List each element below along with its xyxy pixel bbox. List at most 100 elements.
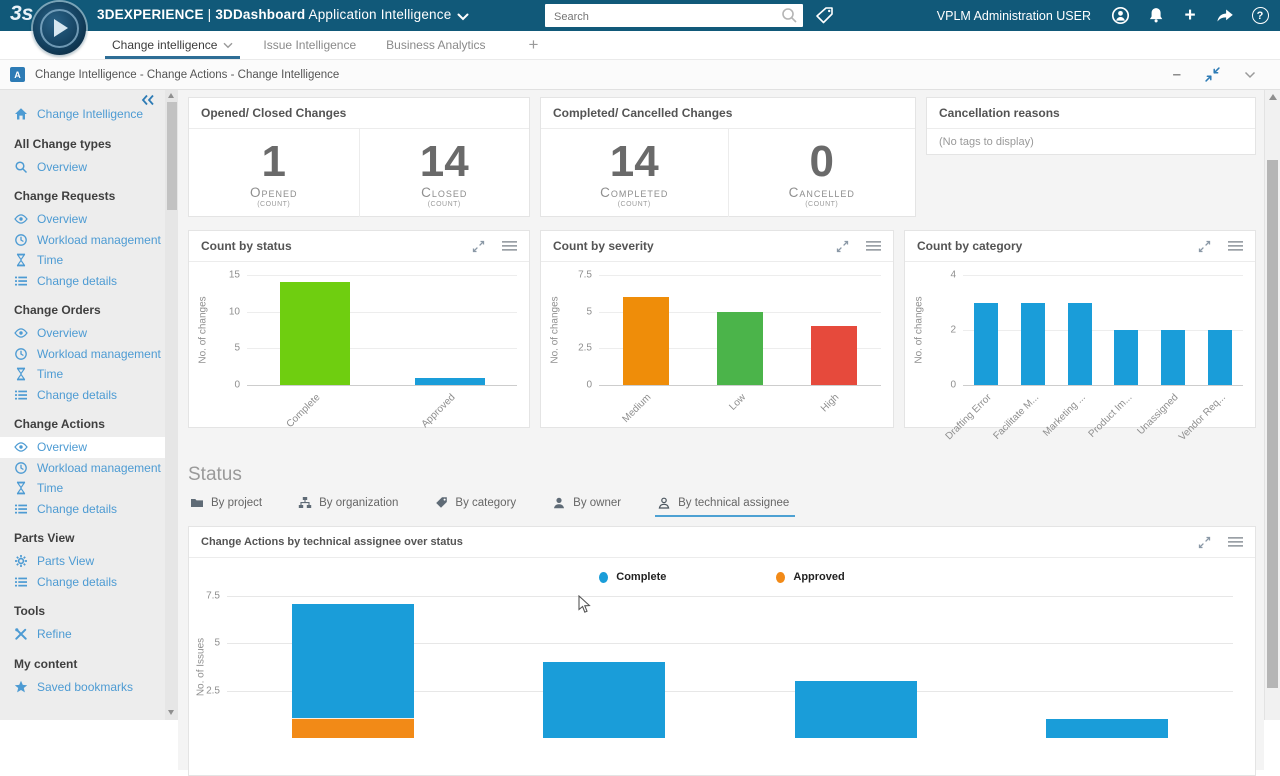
eye-icon — [14, 326, 28, 340]
sidebar-item-label: Overview — [37, 160, 87, 174]
scroll-down-arrow[interactable] — [168, 710, 174, 715]
folder-icon — [190, 496, 204, 510]
status-tab-label: By organization — [319, 497, 398, 509]
expand-icon[interactable] — [1198, 240, 1211, 253]
sidebar-item-parts-view-parts-view[interactable]: Parts View — [0, 551, 165, 572]
status-tab-by-category[interactable]: By category — [434, 496, 516, 517]
status-tab-by-project[interactable]: By project — [190, 496, 262, 517]
play-icon — [54, 19, 68, 37]
bar-marketing — [1068, 303, 1092, 386]
user-name[interactable]: VPLM Administration USER — [937, 9, 1091, 23]
legend-item-complete[interactable]: Complete — [599, 571, 666, 583]
sidebar-item-change-orders-overview[interactable]: Overview — [0, 323, 165, 344]
y-axis-label: No. of changes — [914, 296, 925, 363]
stacked-bar-plot: 2.557.5No. of Issues — [227, 596, 1233, 738]
add-tab-button[interactable]: + — [515, 31, 553, 59]
status-tab-by-owner[interactable]: By owner — [552, 496, 621, 517]
assignee-chart-card: Change Actions by technical assignee ove… — [188, 526, 1256, 776]
share-icon[interactable] — [1215, 6, 1235, 26]
sidebar-item-all-change-types-overview[interactable]: Overview — [0, 157, 165, 178]
compass-logo[interactable] — [33, 2, 86, 55]
search-icon — [14, 160, 28, 174]
sidebar-item-tools-refine[interactable]: Refine — [0, 624, 165, 645]
kpi-card-opened-closed-changes: Opened/ Closed Changes1Opened(count)14Cl… — [188, 97, 530, 217]
sidebar-heading-change-actions: Change Actions — [0, 415, 178, 434]
y-axis-tick: 5 — [214, 638, 220, 649]
y-axis-label: No. of Issues — [196, 638, 207, 696]
menu-icon[interactable] — [502, 240, 517, 252]
legend-label: Complete — [616, 571, 666, 583]
sidebar-item-label: Change details — [37, 274, 117, 288]
search-icon[interactable] — [781, 7, 798, 24]
sidebar-item-change-requests-workload-management[interactable]: Workload management — [0, 230, 165, 251]
legend-item-approved[interactable]: Approved — [776, 571, 844, 583]
sidebar-heading-change-requests: Change Requests — [0, 187, 178, 206]
sidebar-item-change-requests-overview[interactable]: Overview — [0, 209, 165, 230]
sidebar-item-change-requests-change-details[interactable]: Change details — [0, 271, 165, 292]
sidebar-item-label: Refine — [37, 627, 72, 641]
page-scrollbar-thumb[interactable] — [1267, 160, 1278, 688]
sidebar-item-parts-view-change-details[interactable]: Change details — [0, 572, 165, 593]
menu-icon[interactable] — [866, 240, 881, 252]
tag-icon[interactable] — [814, 5, 835, 26]
tab-label: Business Analytics — [386, 38, 485, 52]
sidebar-item-change-orders-change-details[interactable]: Change details — [0, 385, 165, 406]
profile-icon[interactable] — [1110, 6, 1130, 26]
chart-title: Count by category — [917, 239, 1022, 253]
expand-icon[interactable] — [472, 240, 485, 253]
sidebar-item-change-actions-workload-management[interactable]: Workload management — [0, 458, 165, 479]
sidebar-item-change-orders-time[interactable]: Time — [0, 364, 165, 385]
status-tab-by-organization[interactable]: By organization — [298, 496, 398, 517]
chevron-down-icon[interactable] — [223, 42, 233, 49]
help-icon[interactable]: ? — [1250, 6, 1270, 26]
eye-icon — [14, 440, 28, 454]
chart-card-count-by-status: Count by status No. of changes051015Comp… — [188, 230, 530, 428]
notifications-bell-icon[interactable] — [1145, 6, 1165, 26]
sidebar-item-change-requests-time[interactable]: Time — [0, 250, 165, 271]
expand-icon[interactable] — [1198, 536, 1211, 549]
scroll-up-arrow[interactable] — [1269, 94, 1277, 100]
tab-change-intelligence[interactable]: Change intelligence — [97, 31, 248, 59]
sidebar-heading-all-change-types: All Change types — [0, 135, 178, 154]
tab-business-analytics[interactable]: Business Analytics — [371, 31, 500, 59]
list-icon — [14, 274, 28, 288]
status-tab-label: By project — [211, 497, 262, 509]
tab-label: Issue Intelligence — [263, 38, 356, 52]
sidebar-item-label: Change details — [37, 388, 117, 402]
hourglass-icon — [14, 481, 28, 495]
top-bar: 3s 3DEXPERIENCE | 3DDashboard Applicatio… — [0, 0, 1280, 31]
status-tab-label: By technical assignee — [678, 497, 789, 509]
minimize-widget-icon[interactable]: – — [1173, 70, 1181, 80]
tab-label: Change intelligence — [112, 38, 217, 52]
stacked-bar — [292, 604, 414, 738]
search-input[interactable] — [552, 5, 781, 28]
y-axis-tick: 2.5 — [206, 685, 220, 696]
status-tab-by-technical-assignee[interactable]: By technical assignee — [657, 496, 789, 517]
legend-swatch — [599, 572, 608, 583]
3ds-logo: 3s — [10, 2, 33, 26]
sidebar-item-change-actions-time[interactable]: Time — [0, 478, 165, 499]
expand-icon[interactable] — [836, 240, 849, 253]
collapse-sidebar-icon[interactable] — [141, 94, 154, 109]
sidebar-item-change-actions-change-details[interactable]: Change details — [0, 499, 165, 520]
kpi-sub-label: (count) — [805, 201, 838, 208]
add-icon[interactable]: + — [1180, 6, 1200, 26]
kpi-metric-closed: 14Closed(count) — [359, 129, 530, 217]
menu-icon[interactable] — [1228, 240, 1243, 252]
sidebar-heading-my-content: My content — [0, 655, 178, 674]
home-icon — [14, 107, 28, 121]
restore-widget-icon[interactable] — [1205, 67, 1220, 82]
scroll-up-arrow[interactable] — [168, 93, 174, 98]
widget-menu-chevron-icon[interactable] — [1244, 71, 1256, 79]
app-brand[interactable]: 3DEXPERIENCE | 3DDashboard Application I… — [97, 7, 469, 22]
sidebar-item-change-actions-overview[interactable]: Overview — [0, 437, 165, 458]
search-box — [545, 4, 803, 27]
bar-unassigned — [1161, 330, 1185, 385]
sidebar-scrollbar-thumb[interactable] — [167, 102, 177, 210]
tab-issue-intelligence[interactable]: Issue Intelligence — [248, 31, 371, 59]
sidebar-item-my-content-saved-bookmarks[interactable]: Saved bookmarks — [0, 677, 165, 698]
menu-icon[interactable] — [1228, 536, 1243, 548]
sidebar-item-change-orders-workload-management[interactable]: Workload management — [0, 344, 165, 365]
sidebar-item-label: Parts View — [37, 554, 94, 568]
bar-segment-complete — [543, 662, 665, 738]
